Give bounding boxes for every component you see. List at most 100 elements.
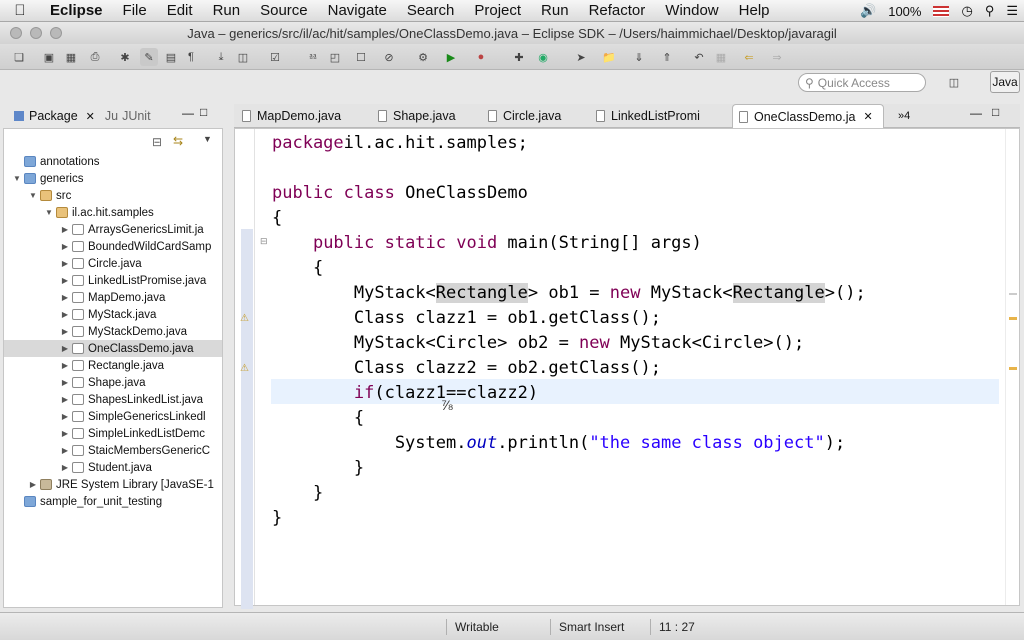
tree-item[interactable]: ▶ MyStack.java <box>4 306 222 323</box>
menu-window[interactable]: Window <box>655 2 728 19</box>
expand-twisty-icon[interactable]: ▶ <box>60 259 70 268</box>
expand-twisty-icon[interactable]: ▼ <box>12 174 22 183</box>
minimize-icon[interactable]: — <box>970 106 982 120</box>
maximize-icon[interactable]: □ <box>200 105 207 119</box>
spotlight-icon[interactable]: ⚲ <box>985 3 995 19</box>
code-line[interactable]: public static void main(String[] args) <box>272 231 702 256</box>
expand-twisty-icon[interactable]: ▼ <box>28 191 38 200</box>
close-icon[interactable]: ✕ <box>86 110 95 123</box>
next-edit-icon[interactable]: ⇓ <box>630 48 648 66</box>
zoom-window-button[interactable] <box>50 27 62 39</box>
minimize-icon[interactable]: — <box>182 106 194 120</box>
app-menu[interactable]: Eclipse <box>40 2 113 19</box>
warning-marker[interactable] <box>1009 317 1017 320</box>
save-all-icon[interactable]: ▦ <box>62 48 80 66</box>
back-icon[interactable]: ⇐ <box>740 48 758 66</box>
tab-overflow[interactable]: »4 <box>898 104 928 128</box>
tree-item[interactable]: ▶ StaicMembersGenericC <box>4 442 222 459</box>
quick-access-field[interactable]: ⚲ Quick Access <box>798 73 926 92</box>
tree-item[interactable]: ▼ il.ac.hit.samples <box>4 204 222 221</box>
code-line[interactable]: if(clazz1==clazz2) <box>272 381 538 406</box>
code-line[interactable]: { <box>272 256 323 281</box>
tab-mapdemo[interactable]: MapDemo.java <box>242 104 368 128</box>
server-icon[interactable]: ◫ <box>234 48 252 66</box>
close-window-button[interactable] <box>10 27 22 39</box>
menu-run-2[interactable]: Run <box>531 2 579 19</box>
debug-run-icon[interactable]: ⚙ <box>414 48 432 66</box>
tab-junit[interactable]: Ju JUnit <box>105 109 151 123</box>
tab-package[interactable]: Package ✕ <box>0 109 95 123</box>
menu-navigate[interactable]: Navigate <box>318 2 397 19</box>
occurrence-marker[interactable] <box>1009 293 1017 295</box>
expand-twisty-icon[interactable]: ▶ <box>60 344 70 353</box>
open-type-icon[interactable]: ⎂ <box>304 48 322 66</box>
open-folder-icon[interactable]: 📁 <box>600 48 618 66</box>
tree-item[interactable]: ▶ MapDemo.java <box>4 289 222 306</box>
tree-item[interactable]: ▶ SimpleGenericsLinkedl <box>4 408 222 425</box>
code-line[interactable]: { <box>272 206 282 231</box>
expand-twisty-icon[interactable]: ▶ <box>60 276 70 285</box>
menu-run[interactable]: Run <box>203 2 251 19</box>
expand-twisty-icon[interactable]: ▶ <box>60 463 70 472</box>
code-line[interactable]: MyStack<Circle> ob2 = new MyStack<Circle… <box>272 331 804 356</box>
code-line[interactable]: Class clazz1 = ob1.getClass(); <box>272 306 661 331</box>
skip-breakpoints-icon[interactable]: ⊘ <box>380 48 398 66</box>
pin-icon[interactable]: ▦ <box>712 48 730 66</box>
expand-twisty-icon[interactable]: ▶ <box>60 293 70 302</box>
code-line[interactable]: MyStack<Rectangle> ob1 = new MyStack<Rec… <box>272 281 866 306</box>
collapse-icon[interactable]: ⊟ <box>260 236 268 247</box>
tree-item[interactable]: ▶ LinkedListPromise.java <box>4 272 222 289</box>
external-tools-icon[interactable]: ● <box>472 48 490 66</box>
new-java-project-icon[interactable]: ✚ <box>510 48 528 66</box>
tree-item[interactable]: ▶ SimpleLinkedListDemc <box>4 425 222 442</box>
save-icon[interactable]: ▣ <box>40 48 58 66</box>
tree-item[interactable]: ▶ ShapesLinkedList.java <box>4 391 222 408</box>
expand-twisty-icon[interactable]: ▶ <box>60 446 70 455</box>
expand-twisty-icon[interactable]: ▶ <box>60 327 70 336</box>
tree-item[interactable]: annotations <box>4 153 222 170</box>
view-menu-icon[interactable]: ▼ <box>203 134 212 144</box>
tree-item[interactable]: ▶ Rectangle.java <box>4 357 222 374</box>
collapse-all-icon[interactable]: ⊟ <box>152 135 162 149</box>
open-task-icon[interactable]: ◰ <box>326 48 344 66</box>
download-icon[interactable]: ⤓ <box>212 48 230 66</box>
flag-icon[interactable] <box>933 5 950 17</box>
tree-item[interactable]: ▶ JRE System Library [JavaSE-1 <box>4 476 222 493</box>
code-line[interactable]: System.out.println("the same class objec… <box>272 431 845 456</box>
menu-help[interactable]: Help <box>729 2 780 19</box>
menu-project[interactable]: Project <box>464 2 531 19</box>
code-line[interactable]: { <box>272 406 364 431</box>
expand-twisty-icon[interactable]: ▶ <box>60 225 70 234</box>
tab-circle[interactable]: Circle.java <box>488 104 588 128</box>
tree-item[interactable]: ▶ OneClassDemo.java <box>4 340 222 357</box>
battery-status[interactable]: 100% <box>888 4 921 19</box>
menu-file[interactable]: File <box>113 2 157 19</box>
apple-icon[interactable]:  <box>0 2 40 19</box>
show-whitespace-icon[interactable]: ¶ <box>182 48 200 66</box>
menu-source[interactable]: Source <box>250 2 318 19</box>
menu-search[interactable]: Search <box>397 2 465 19</box>
new-icon[interactable]: ❏ <box>10 48 28 66</box>
expand-twisty-icon[interactable]: ▶ <box>60 429 70 438</box>
tree-item[interactable]: ▶ Circle.java <box>4 255 222 272</box>
menu-refactor[interactable]: Refactor <box>579 2 656 19</box>
expand-twisty-icon[interactable]: ▶ <box>60 242 70 251</box>
tree-item[interactable]: ▶ Shape.java <box>4 374 222 391</box>
expand-twisty-icon[interactable]: ▶ <box>60 361 70 370</box>
next-annotation-icon[interactable]: ➤ <box>572 48 590 66</box>
minimize-window-button[interactable] <box>30 27 42 39</box>
expand-twisty-icon[interactable]: ▶ <box>60 395 70 404</box>
warning-icon[interactable]: ⚠ <box>240 363 249 374</box>
previous-edit-icon[interactable]: ⇑ <box>658 48 676 66</box>
expand-twisty-icon[interactable]: ▶ <box>60 378 70 387</box>
code-editor[interactable]: ⊟ ⚠ ⚠ packageil.ac.hit.samples; public cl… <box>234 128 1020 609</box>
volume-icon[interactable]: 🔊 <box>860 3 876 19</box>
code-line[interactable]: public class OneClassDemo <box>272 181 528 206</box>
java-perspective-button[interactable]: Java <box>990 71 1020 93</box>
clock-icon[interactable]: ◷ <box>961 3 972 19</box>
toggle-block-icon[interactable]: ▤ <box>162 48 180 66</box>
link-with-editor-icon[interactable]: ⇆ <box>173 134 183 148</box>
tree-item[interactable]: ▼ src <box>4 187 222 204</box>
debug-icon[interactable]: ✱ <box>116 48 134 66</box>
tree-item[interactable]: ▶ BoundedWildCardSamp <box>4 238 222 255</box>
